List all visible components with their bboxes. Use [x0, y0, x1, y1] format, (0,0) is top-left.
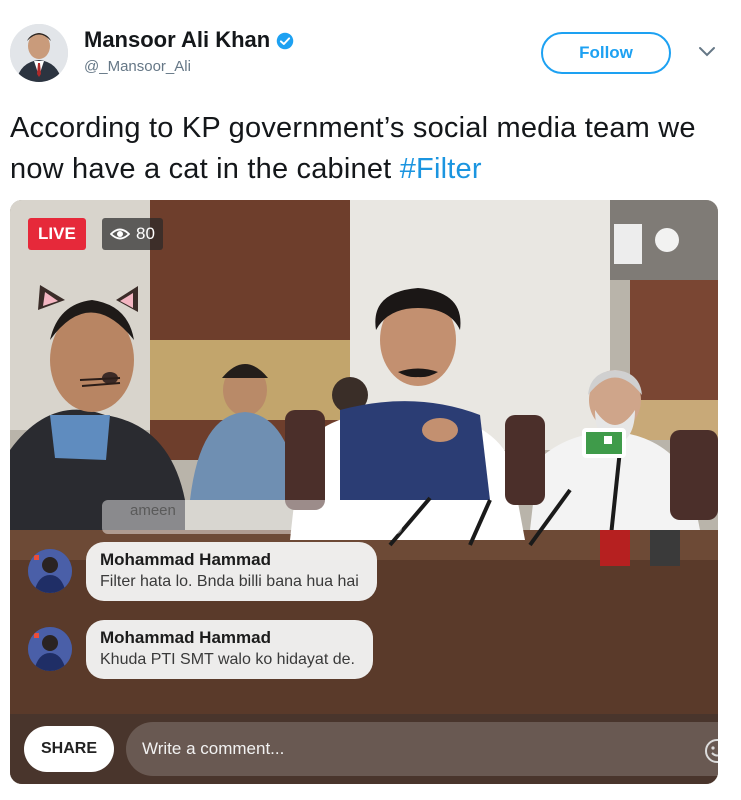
chevron-down-icon[interactable]	[697, 45, 717, 59]
commenter-name[interactable]: Mohammad Hammad	[100, 627, 355, 649]
comment-input[interactable]: Write a comment...	[126, 722, 718, 776]
emoji-icon[interactable]	[704, 738, 718, 764]
comment-bubble: Mohammad Hammad Filter hata lo. Bnda bil…	[86, 541, 377, 601]
live-badge: LIVE	[28, 218, 86, 250]
live-video[interactable]: LIVE 80 ameen Mohammad Hammad Filter hat…	[10, 200, 718, 784]
viewer-count-value: 80	[136, 224, 155, 243]
eye-icon	[110, 228, 130, 240]
comment-item[interactable]: Mohammad Hammad Khuda PTI SMT walo ko hi…	[28, 618, 373, 680]
commenter-avatar[interactable]	[28, 549, 72, 593]
comment-bubble: Mohammad Hammad Khuda PTI SMT walo ko hi…	[86, 619, 373, 679]
verified-badge-icon	[276, 32, 294, 50]
comment-input-placeholder: Write a comment...	[142, 739, 285, 758]
video-frame	[10, 200, 718, 784]
share-button[interactable]: SHARE	[24, 726, 114, 772]
author-handle[interactable]: @_Mansoor_Ali	[84, 58, 191, 75]
faded-comment: ameen	[102, 500, 402, 534]
author-name[interactable]: Mansoor Ali Khan	[84, 27, 294, 53]
tweet-body: According to KP government’s social medi…	[10, 112, 696, 185]
commenter-avatar[interactable]	[28, 627, 72, 671]
video-bottom-bar: SHARE Write a comment...	[10, 714, 718, 784]
comment-text: Filter hata lo. Bnda billi bana hua hai	[100, 572, 359, 590]
viewer-count: 80	[102, 218, 163, 250]
follow-button[interactable]: Follow	[541, 32, 671, 74]
author-avatar[interactable]	[10, 24, 68, 82]
tweet-text: According to KP government’s social medi…	[10, 108, 730, 190]
commenter-name[interactable]: Mohammad Hammad	[100, 549, 359, 571]
author-name-text[interactable]: Mansoor Ali Khan	[84, 27, 270, 52]
comment-text: Khuda PTI SMT walo ko hidayat de.	[100, 650, 355, 668]
hashtag-link[interactable]: #Filter	[400, 153, 482, 185]
comment-item[interactable]: Mohammad Hammad Filter hata lo. Bnda bil…	[28, 540, 377, 602]
